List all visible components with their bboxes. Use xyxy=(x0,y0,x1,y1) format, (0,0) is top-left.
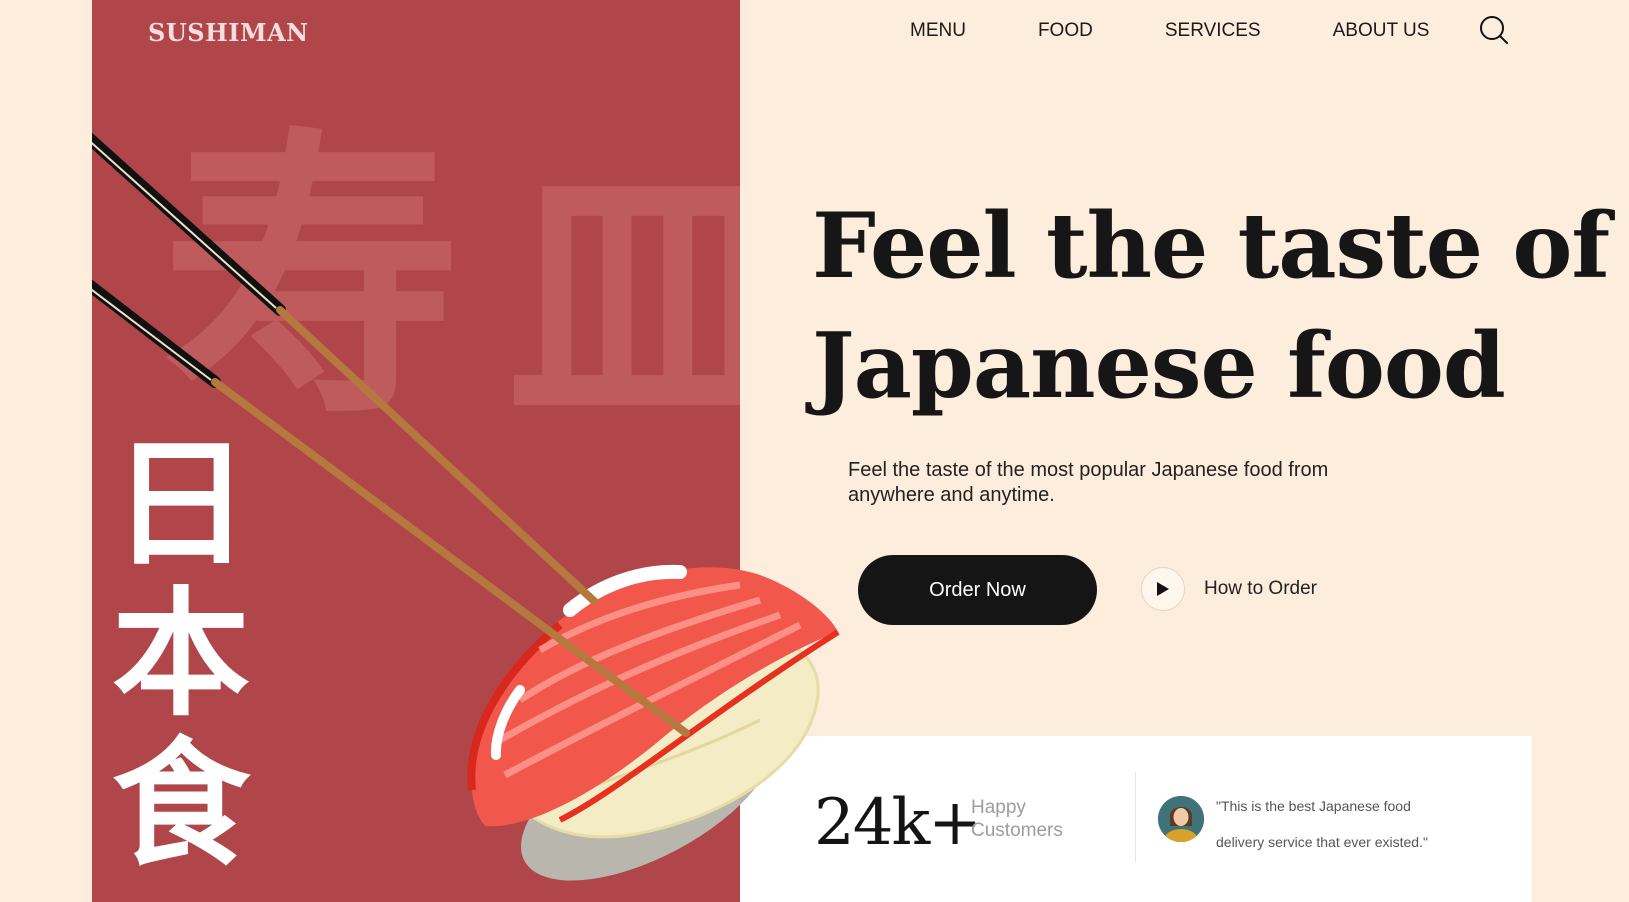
headline-line: Feel the taste of xyxy=(812,193,1610,299)
watermark-kanji: 皿 xyxy=(507,137,740,463)
stats-card: 24k+ Happy Customers "This is the best J… xyxy=(740,736,1532,902)
subtitle-line: Feel the taste of the most popular Japan… xyxy=(848,459,1329,481)
how-to-order-label[interactable]: How to Order xyxy=(1204,578,1317,600)
top-navigation: MENU FOOD SERVICES ABOUT US xyxy=(910,18,1501,44)
hero-headline: Feel the taste of Japanese food xyxy=(812,186,1612,426)
watermark-kanji: 寿 xyxy=(162,105,462,454)
nav-item-menu[interactable]: MENU xyxy=(910,20,966,42)
quote-line: delivery service that ever existed." xyxy=(1216,834,1428,850)
kanji-char: 日 xyxy=(112,424,251,585)
kanji-char: 食 xyxy=(112,724,251,885)
customers-label: Happy Customers xyxy=(971,796,1091,842)
customers-count: 24k+ xyxy=(814,786,982,860)
headline-line: Japanese food xyxy=(812,313,1506,419)
nav-item-about-us[interactable]: ABOUT US xyxy=(1333,20,1430,42)
testimonial-quote: "This is the best Japanese food delivery… xyxy=(1216,788,1476,860)
how-to-order-link[interactable]: How to Order xyxy=(1141,567,1317,611)
subtitle-line: anywhere and anytime. xyxy=(848,484,1055,506)
nav-item-services[interactable]: SERVICES xyxy=(1165,20,1261,42)
brand-logo[interactable]: SUSHIMAN xyxy=(148,18,309,47)
quote-line: "This is the best Japanese food xyxy=(1216,798,1411,814)
hero-subtitle: Feel the taste of the most popular Japan… xyxy=(848,458,1408,508)
search-icon[interactable] xyxy=(1478,14,1510,46)
stat-label-line: Happy xyxy=(971,797,1026,818)
divider xyxy=(1135,772,1136,862)
nav-item-food[interactable]: FOOD xyxy=(1038,20,1093,42)
stat-label-line: Customers xyxy=(971,820,1063,841)
avatar xyxy=(1158,796,1204,842)
vertical-kanji: 日 本 食 xyxy=(112,430,250,880)
order-now-button[interactable]: Order Now xyxy=(858,555,1097,625)
play-icon[interactable] xyxy=(1141,567,1185,611)
kanji-char: 本 xyxy=(112,574,251,735)
